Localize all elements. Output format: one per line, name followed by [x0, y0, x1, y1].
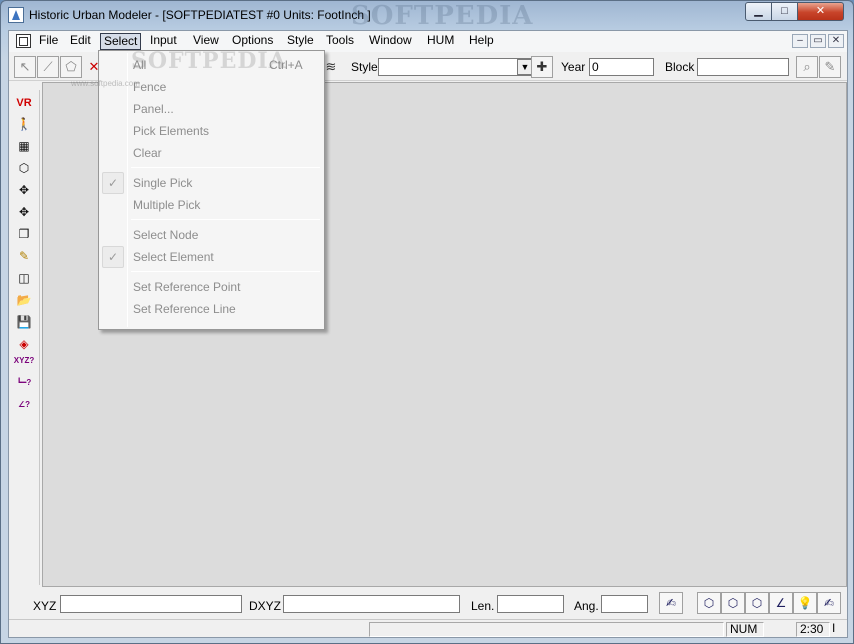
menu-item-label: Panel...: [133, 102, 174, 116]
menu-tools[interactable]: Tools: [323, 33, 357, 50]
menu-item-label: Pick Elements: [133, 124, 210, 138]
minimize-button[interactable]: ▁: [745, 2, 772, 21]
save-disk-icon[interactable]: 💾: [13, 312, 35, 332]
vr-button[interactable]: VR: [13, 93, 35, 113]
xyz-field[interactable]: [60, 595, 242, 613]
xyz-query-label: XYZ: [13, 356, 30, 365]
menu-hum[interactable]: HUM: [424, 33, 457, 50]
menu-item-label: Clear: [133, 146, 162, 160]
menu-item-pick-elements[interactable]: Pick Elements: [101, 120, 322, 142]
softpedia-watermark: SOFTPEDIA: [351, 1, 534, 31]
polyline-select-icon[interactable]: ⟋: [37, 56, 59, 78]
copy-icon[interactable]: ❐: [13, 224, 35, 244]
menu-separator: [131, 219, 320, 220]
length-label: Len.: [471, 599, 495, 613]
apply-coordinates-icon[interactable]: ✍: [659, 592, 683, 614]
menu-item-label: Single Pick: [133, 176, 193, 190]
mdi-restore-button[interactable]: ▭: [810, 34, 826, 48]
polygon-select-icon[interactable]: ⬠: [60, 56, 82, 78]
menu-help[interactable]: Help: [466, 33, 497, 50]
measure-query-icon[interactable]: ┗━?: [13, 378, 35, 398]
window-title: Historic Urban Modeler - [SOFTPEDIATEST …: [29, 8, 371, 22]
status-indicator: I: [832, 621, 836, 635]
add-style-icon[interactable]: ✚: [531, 56, 553, 78]
menu-separator: [131, 167, 320, 168]
softpedia-watermark-menu: SOFTPEDIA: [131, 48, 287, 74]
menu-item-set-reference-line[interactable]: Set Reference Line: [101, 298, 322, 320]
building-icon[interactable]: ▦: [13, 136, 35, 156]
menu-item-label: Set Reference Point: [133, 280, 241, 294]
select-menu-dropdown: All Ctrl+A Fence Panel... Pick Elements …: [98, 50, 325, 330]
view-cube-side-icon[interactable]: ⬡: [721, 592, 745, 614]
year-label: Year: [561, 60, 586, 74]
paint-icon[interactable]: ✎: [13, 246, 35, 266]
year-field[interactable]: 0: [589, 58, 654, 76]
block-label: Block: [665, 60, 695, 74]
angle-field[interactable]: [601, 595, 648, 613]
angle-query-icon[interactable]: ∠?: [13, 400, 35, 420]
menu-file[interactable]: File: [36, 33, 61, 50]
softpedia-watermark-url: www.softpedia.com: [71, 79, 140, 88]
light-bulb-icon[interactable]: 💡: [793, 592, 817, 614]
menu-item-multiple-pick[interactable]: Multiple Pick: [101, 194, 322, 216]
open-folder-icon[interactable]: 📂: [13, 290, 35, 310]
zoom-window-icon[interactable]: ⌕: [796, 56, 818, 78]
menu-item-label: Multiple Pick: [133, 198, 201, 212]
move-icon[interactable]: ✥: [13, 180, 35, 200]
checkmark-icon: ✓: [102, 172, 124, 194]
angle-label: Ang.: [574, 599, 599, 613]
tag-icon[interactable]: ◈: [13, 334, 35, 354]
menu-item-set-reference-point[interactable]: Set Reference Point: [101, 276, 322, 298]
maximize-button[interactable]: □: [771, 2, 798, 21]
coordinate-bar: XYZ DXYZ Len. Ang. ✍ ⬡ ⬡ ⬡ ∠ 💡 ✍: [9, 588, 847, 618]
menu-item-select-element[interactable]: ✓ Select Element: [101, 246, 322, 268]
edit-element-icon[interactable]: ✎: [819, 56, 841, 78]
close-button[interactable]: ✕: [797, 2, 844, 21]
menu-item-select-node[interactable]: Select Node: [101, 224, 322, 246]
angle-tool-icon[interactable]: ∠: [769, 592, 793, 614]
menu-item-label: Select Element: [133, 250, 214, 264]
arrow-select-icon[interactable]: ↖: [14, 56, 36, 78]
app-icon[interactable]: [8, 7, 24, 23]
status-spacer: [766, 622, 796, 637]
render-tool-icon[interactable]: ✍: [817, 592, 841, 614]
time-indicator: 2:30: [796, 622, 830, 637]
xyz-label: XYZ: [33, 599, 57, 613]
menu-item-panel[interactable]: Panel...: [101, 98, 322, 120]
view-cube-front-icon[interactable]: ⬡: [697, 592, 721, 614]
title-bar[interactable]: Historic Urban Modeler - [SOFTPEDIATEST …: [1, 1, 853, 31]
menu-window[interactable]: Window: [366, 33, 415, 50]
menu-edit[interactable]: Edit: [67, 33, 94, 50]
walk-icon[interactable]: 🚶: [13, 114, 35, 134]
mdi-minimize-button[interactable]: –: [792, 34, 808, 48]
menu-item-clear[interactable]: Clear: [101, 142, 322, 164]
tool-palette: VR 🚶 ▦ ⬡ ✥ ✥ ❐ ✎ ◫ 📂 💾 ◈ XYZ? ┗━? ∠?: [10, 90, 40, 585]
app-window: Historic Urban Modeler - [SOFTPEDIATEST …: [0, 0, 854, 644]
menu-separator: [131, 271, 320, 272]
menu-item-single-pick[interactable]: ✓ Single Pick: [101, 172, 322, 194]
cube-icon[interactable]: ⬡: [13, 158, 35, 178]
style-combobox[interactable]: [378, 58, 534, 76]
move-copy-icon[interactable]: ✥: [13, 202, 35, 222]
status-bar: NUM 2:30 I: [9, 619, 847, 637]
num-lock-indicator: NUM: [726, 622, 764, 637]
status-message-pane: [369, 622, 724, 637]
menu-item-label: Select Node: [133, 228, 199, 242]
block-field[interactable]: [697, 58, 789, 76]
view-cube-top-icon[interactable]: ⬡: [745, 592, 769, 614]
menu-item-label: Set Reference Line: [133, 302, 236, 316]
checkmark-icon: ✓: [102, 246, 124, 268]
menu-style[interactable]: Style: [284, 33, 317, 50]
length-field[interactable]: [497, 595, 564, 613]
xyz-query-icon[interactable]: XYZ?: [13, 356, 35, 376]
document-system-menu-icon[interactable]: [16, 34, 31, 48]
dxyz-field[interactable]: [283, 595, 460, 613]
dxyz-label: DXYZ: [249, 599, 282, 613]
style-label: Style: [351, 60, 378, 74]
mdi-close-button[interactable]: ✕: [828, 34, 844, 48]
frame-icon[interactable]: ◫: [13, 268, 35, 288]
